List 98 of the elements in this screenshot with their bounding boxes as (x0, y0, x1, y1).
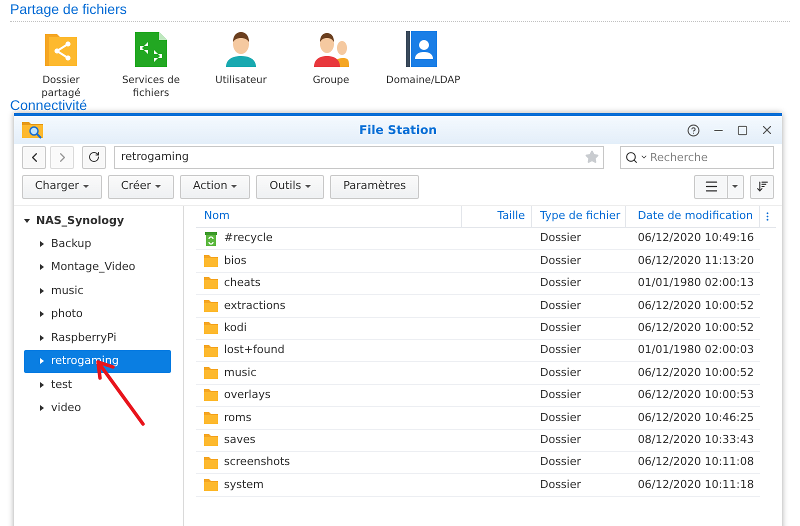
toolbar-button[interactable]: Charger (22, 174, 102, 198)
toolbar-button[interactable]: Créer (108, 174, 174, 198)
table-cell: Dossier (540, 410, 582, 424)
list-view-icon (704, 179, 718, 194)
view-mode-button[interactable] (694, 174, 744, 198)
file-name[interactable]: extractions (224, 298, 286, 314)
app-label[interactable]: Services de fichiers (116, 74, 186, 100)
table-cell: Dossier (540, 432, 582, 446)
file-name[interactable]: bios (224, 252, 246, 270)
refresh-icon (88, 151, 100, 163)
table-cell: Dossier (540, 321, 582, 334)
folder-icon (204, 344, 218, 357)
table-cell: Dossier (540, 276, 582, 290)
window-title: File Station (359, 122, 437, 139)
tree-item[interactable]: retrogaming (24, 350, 171, 373)
table-cell: 06/12/2020 10:00:53 (638, 388, 754, 402)
file-name[interactable]: cheats (224, 275, 261, 292)
search-icon[interactable] (625, 150, 638, 164)
table-cell: 06/12/2020 10:11:18 (638, 478, 754, 491)
file-name[interactable]: overlays (224, 387, 271, 404)
file-name[interactable]: saves (224, 432, 256, 448)
table-cell: Dossier (540, 343, 582, 356)
tree-item[interactable]: photo (24, 302, 171, 326)
table-cell: 06/12/2020 11:13:20 (638, 254, 754, 267)
table-cell: Dossier (540, 388, 582, 402)
refresh-button[interactable] (82, 146, 106, 168)
file-name[interactable]: kodi (224, 320, 247, 336)
tree-item[interactable]: Backup (24, 232, 171, 256)
table-cell: Dossier (540, 298, 582, 312)
folder-icon (204, 478, 218, 491)
back-button[interactable] (22, 146, 46, 168)
sort-icon (756, 180, 768, 193)
table-cell: Dossier (540, 366, 582, 379)
table-cell: 06/12/2020 10:49:16 (638, 231, 754, 244)
folder-icon (204, 277, 218, 290)
column-header[interactable]: Type de fichier (532, 206, 626, 227)
user-icon (223, 30, 259, 68)
table-cell: Dossier (540, 254, 582, 267)
folder-icon (204, 412, 218, 424)
folder-icon (204, 434, 218, 446)
star-icon[interactable] (585, 150, 599, 164)
table-cell: 01/01/1980 02:00:03 (638, 343, 754, 356)
section-title: Connectivité (10, 97, 88, 114)
folder-icon (204, 322, 218, 334)
tree-item[interactable]: NAS_Synology (24, 210, 183, 232)
group-icon (313, 30, 349, 68)
caret-icon (155, 185, 162, 188)
tree-item[interactable]: RaspberryPi (24, 326, 171, 350)
sort-button[interactable] (750, 174, 774, 198)
caret-icon (83, 185, 89, 188)
tree-item[interactable]: Montage_Video (24, 256, 171, 279)
folder-icon (204, 456, 218, 469)
tree-item[interactable]: video (24, 396, 171, 420)
table-cell: 06/12/2020 10:00:52 (638, 366, 754, 379)
close-icon[interactable] (760, 123, 774, 137)
help-icon[interactable] (687, 124, 700, 136)
table-cell: 06/12/2020 10:00:52 (638, 321, 754, 334)
table-cell: Dossier (540, 478, 582, 491)
tree-item[interactable]: test (24, 373, 171, 396)
folder-icon (204, 367, 218, 380)
table-cell: 01/01/1980 02:00:13 (638, 276, 754, 290)
search-box[interactable]: Recherche (620, 146, 774, 168)
app-label[interactable]: Utilisateur (206, 74, 276, 87)
search-field[interactable]: Recherche (650, 147, 760, 167)
table-cell: 06/12/2020 10:46:25 (638, 410, 754, 424)
toolbar-button[interactable]: Paramètres (330, 174, 419, 198)
tree-item[interactable]: music (24, 279, 171, 302)
table-cell: Dossier (540, 231, 582, 244)
file-transfer-icon (133, 30, 169, 68)
recycle-bin-icon (204, 231, 218, 246)
caret-icon (231, 185, 238, 188)
folder-icon (204, 389, 218, 402)
folder-icon (204, 300, 218, 312)
address-book-icon (403, 30, 439, 68)
table-cell: 08/12/2020 10:33:43 (638, 432, 754, 446)
file-name[interactable]: music (224, 364, 257, 382)
caret-icon[interactable] (640, 153, 648, 161)
file-name[interactable]: #recycle (224, 230, 273, 247)
maximize-icon[interactable] (737, 124, 748, 136)
file-name[interactable]: lost+found (224, 342, 285, 359)
app-label[interactable]: Dossier partagé (26, 74, 96, 100)
path-field[interactable]: retrogaming (114, 146, 604, 168)
toolbar-button[interactable]: Outils (256, 174, 324, 198)
file-name[interactable]: system (224, 476, 264, 494)
app-label[interactable]: Groupe (296, 74, 366, 87)
column-header[interactable]: Nom (196, 206, 462, 227)
caret-icon (305, 185, 312, 188)
file-name[interactable]: screenshots (224, 454, 290, 471)
table-cell: 06/12/2020 10:00:52 (638, 298, 754, 312)
section-title: Partage de fichiers (10, 0, 128, 18)
column-header[interactable]: Date de modification (626, 206, 760, 227)
file-name[interactable]: roms (224, 410, 252, 426)
folder-icon (204, 255, 218, 268)
folder-search-icon (22, 121, 44, 139)
table-cell: Dossier (540, 455, 582, 468)
column-header[interactable]: Taille (462, 206, 532, 227)
toolbar-button[interactable]: Action (180, 174, 250, 198)
table-cell: 06/12/2020 10:11:08 (638, 455, 754, 468)
